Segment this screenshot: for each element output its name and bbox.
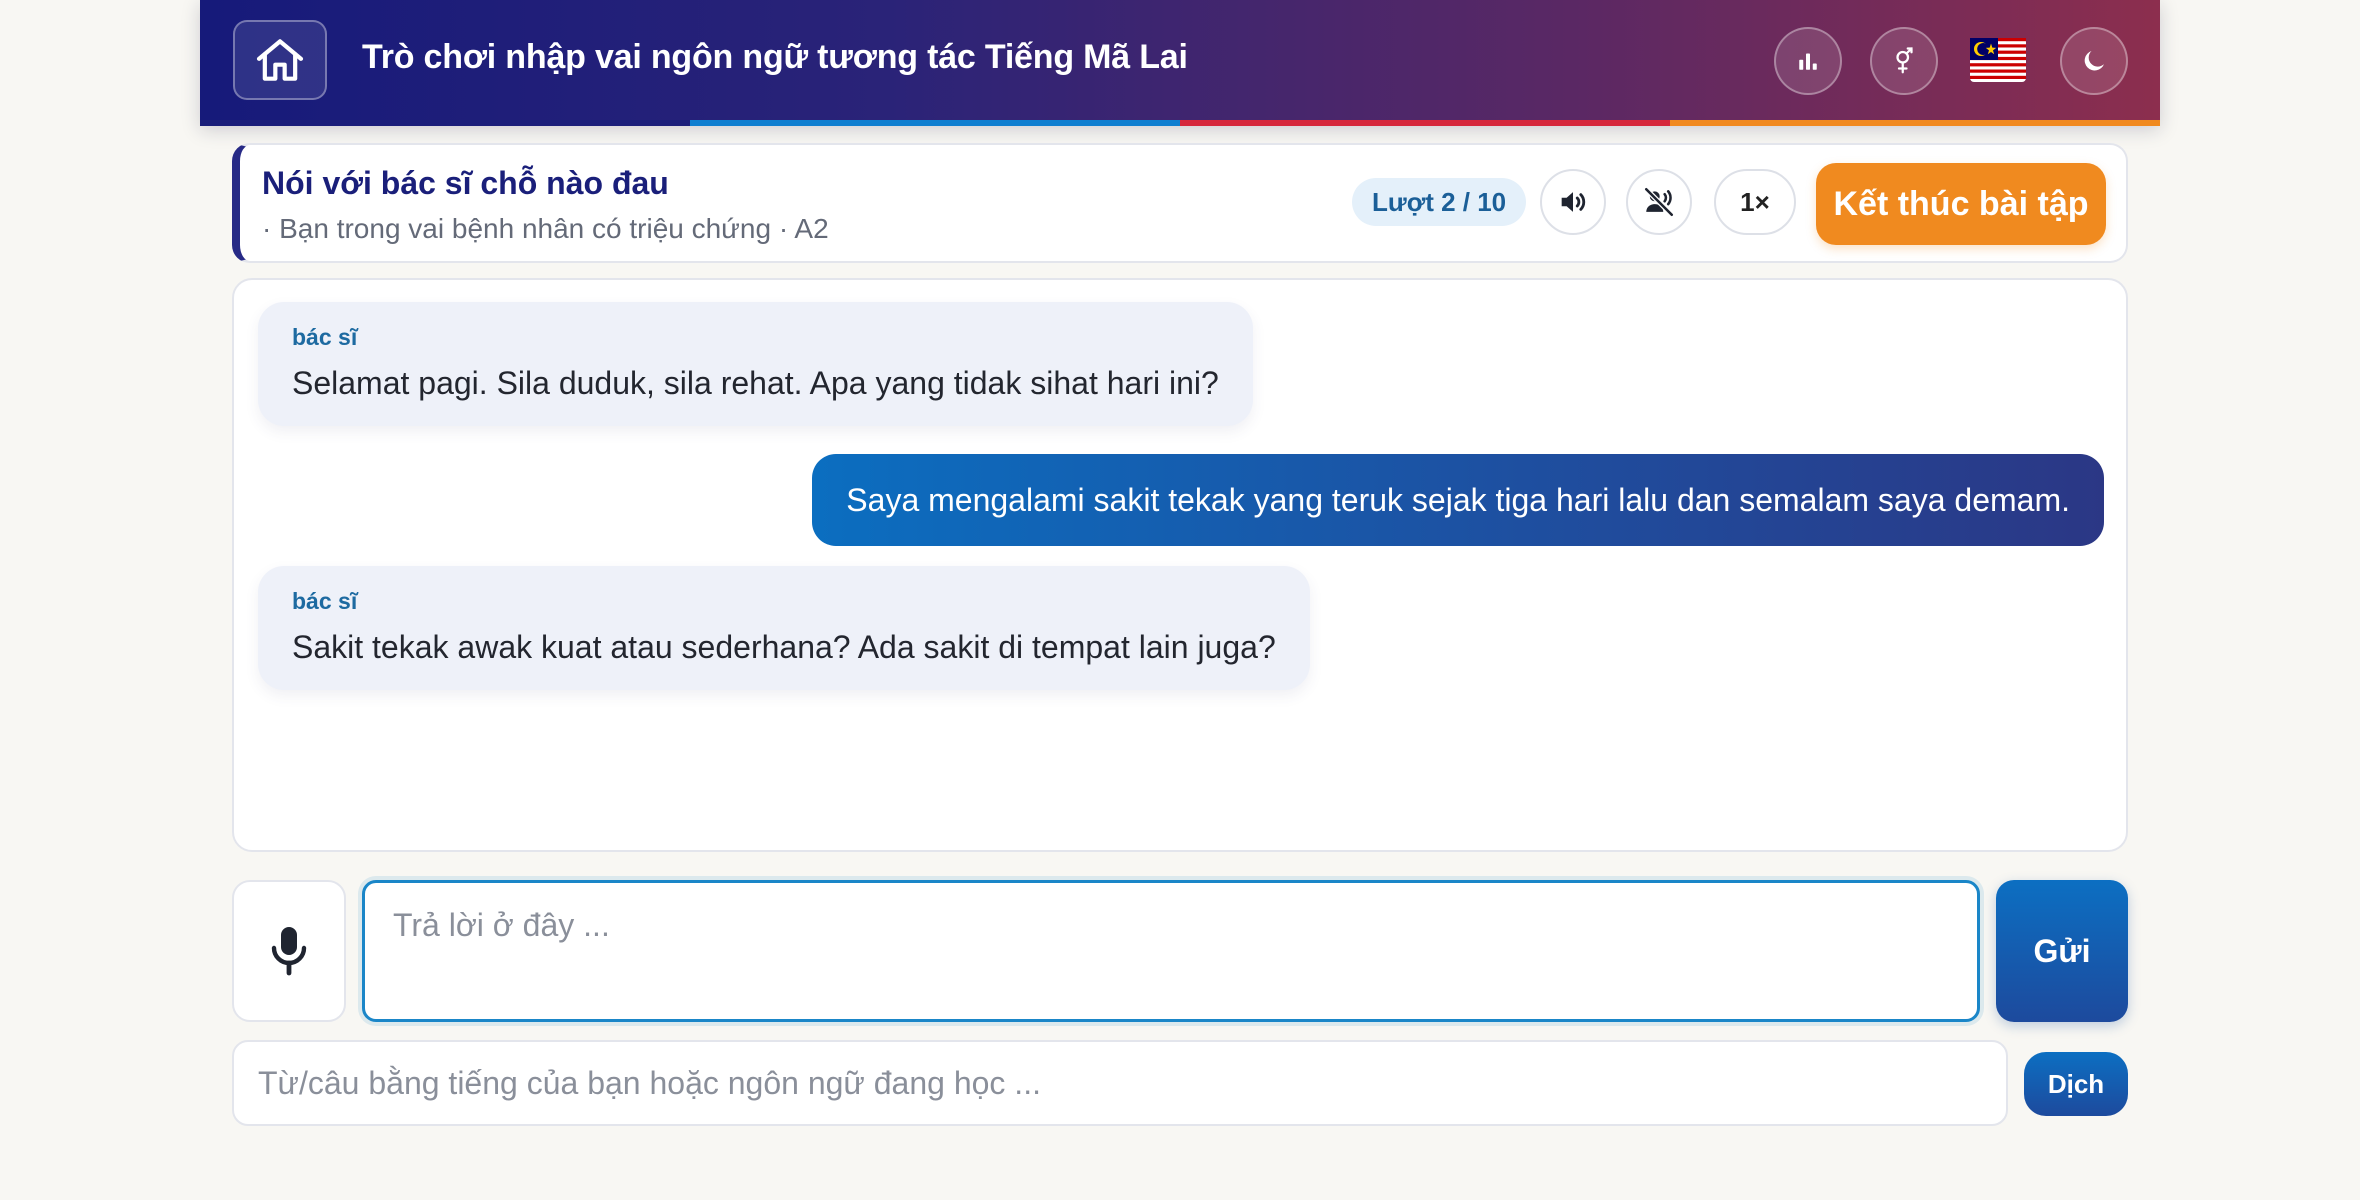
microphone-button[interactable]: [232, 880, 346, 1022]
dark-mode-icon: [2084, 51, 2104, 71]
playback-speed-button[interactable]: 1×: [1714, 169, 1796, 235]
translate-input[interactable]: [232, 1040, 2008, 1126]
malaysia-flag-icon[interactable]: [1970, 38, 2026, 82]
scenario-title: Nói với bác sĩ chỗ nào đau: [262, 165, 669, 201]
bot-message: bác sĩ Sakit tekak awak kuat atau sederh…: [258, 566, 1310, 690]
speaker-label: bác sĩ: [292, 588, 358, 614]
stripe-segment: [1180, 120, 1670, 126]
app: Trò chơi nhập vai ngôn ngữ tương tác Tiế…: [200, 0, 2160, 1200]
gender-icon: [1896, 47, 1913, 74]
app-title: Trò chơi nhập vai ngôn ngữ tương tác Tiế…: [362, 38, 1188, 76]
chat-panel: bác sĩ Selamat pagi. Sila duduk, sila re…: [232, 278, 2128, 852]
home-icon: [256, 39, 304, 81]
scenario-subtitle: · Bạn trong vai bệnh nhân có triệu chứng…: [262, 213, 829, 244]
user-message: Saya mengalami sakit tekak yang teruk se…: [812, 454, 2104, 546]
audio-button[interactable]: [1540, 169, 1606, 235]
stats-button[interactable]: [1774, 27, 1842, 95]
scenario-card: Nói với bác sĩ chỗ nào đau · Bạn trong v…: [232, 143, 2128, 263]
stripe-segment: [200, 120, 690, 126]
stripe-segment: [1670, 120, 2160, 126]
turn-counter-badge: Lượt 2 / 10: [1352, 178, 1527, 226]
message-text: Selamat pagi. Sila duduk, sila rehat. Ap…: [292, 365, 1219, 401]
speaker-label: bác sĩ: [292, 324, 358, 350]
bot-message: bác sĩ Selamat pagi. Sila duduk, sila re…: [258, 302, 1253, 426]
gender-button[interactable]: [1870, 27, 1938, 95]
dark-mode-button[interactable]: [2060, 27, 2128, 95]
message-text: Sakit tekak awak kuat atau sederhana? Ad…: [292, 629, 1276, 665]
voice-off-icon: [1643, 186, 1675, 218]
mute-voice-button[interactable]: [1626, 169, 1692, 235]
stats-icon: [1799, 53, 1817, 70]
end-exercise-button[interactable]: Kết thúc bài tập: [1816, 163, 2106, 245]
stripe-segment: [690, 120, 1180, 126]
microphone-icon: [271, 927, 307, 976]
speaker-icon: [1561, 192, 1586, 212]
home-button[interactable]: [233, 20, 327, 100]
app-header: Trò chơi nhập vai ngôn ngữ tương tác Tiế…: [200, 0, 2160, 126]
translate-button[interactable]: Dịch: [2024, 1052, 2128, 1116]
send-button[interactable]: Gửi: [1996, 880, 2128, 1022]
header-stripe: [200, 120, 2160, 126]
reply-input[interactable]: [362, 880, 1980, 1022]
